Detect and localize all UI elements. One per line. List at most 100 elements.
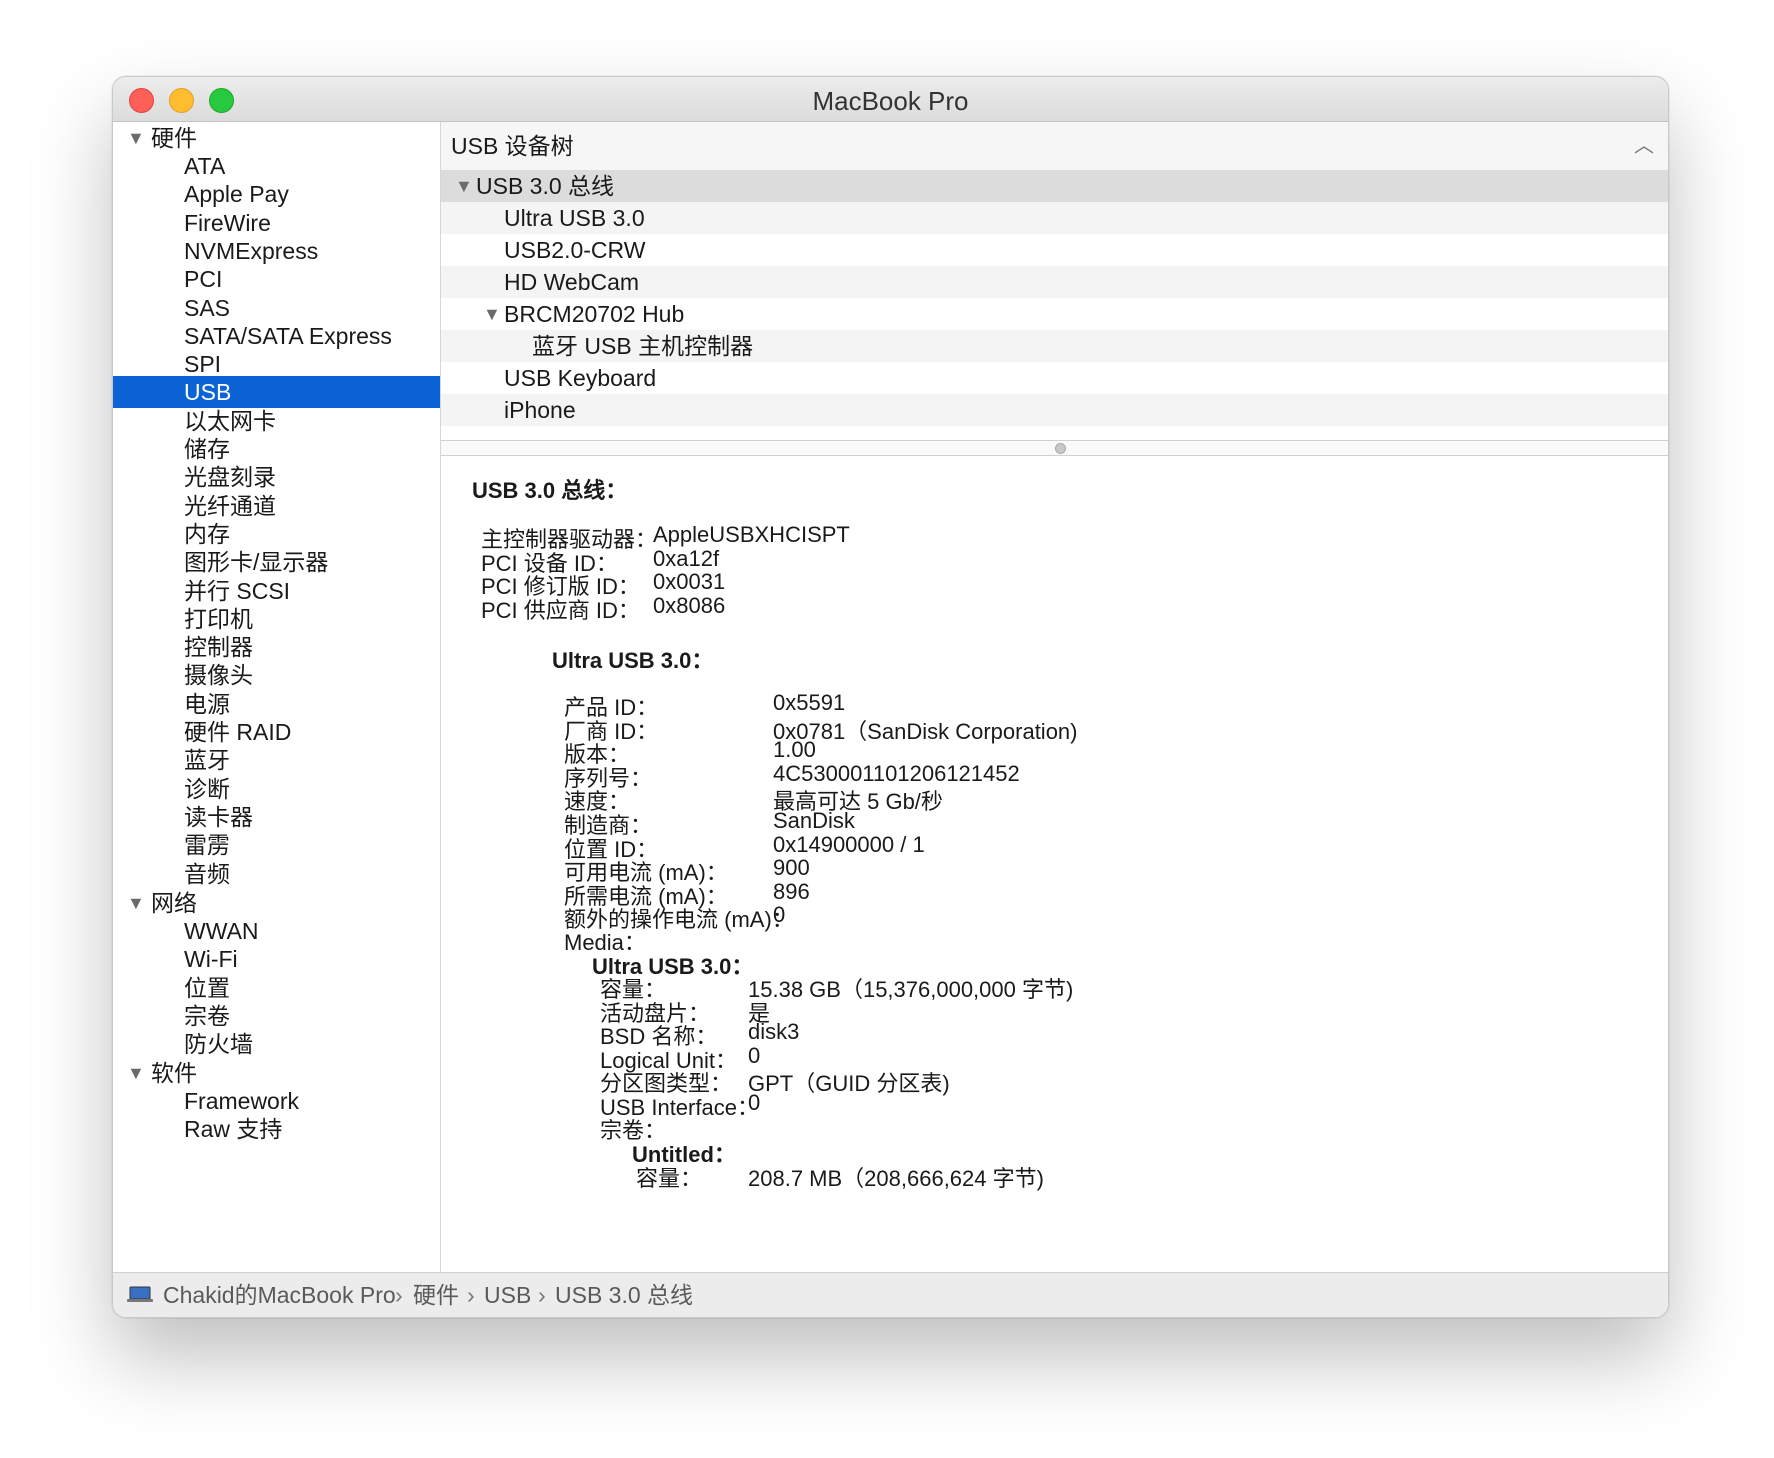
- property-key: 宗卷：: [600, 1118, 667, 1143]
- property-value: AppleUSBXHCISPT: [653, 522, 850, 547]
- property-key: PCI 供应商 ID：: [481, 597, 640, 623]
- tree-row[interactable]: USB Keyboard: [441, 362, 1668, 394]
- sidebar-item[interactable]: 以太网卡: [113, 405, 440, 437]
- sidebar-item[interactable]: 图形卡/显示器: [113, 546, 440, 578]
- property-value: disk3: [748, 1019, 800, 1044]
- tree-row-label: USB2.0-CRW: [504, 237, 646, 263]
- sidebar-item[interactable]: Wi-Fi: [113, 943, 440, 975]
- tree-row[interactable]: 蓝牙 USB 主机控制器: [441, 330, 1668, 362]
- sidebar-item-label: Raw 支持: [184, 1116, 283, 1143]
- sidebar-item-label: Apple Pay: [184, 181, 289, 208]
- sidebar-item[interactable]: 诊断: [113, 773, 440, 805]
- sidebar-item[interactable]: Framework: [113, 1085, 440, 1117]
- sidebar-item-label: 摄像头: [184, 662, 253, 689]
- breadcrumb-usb-bus[interactable]: USB 3.0 总线: [555, 1273, 693, 1317]
- property-value: 896: [773, 878, 810, 904]
- titlebar: MacBook Pro: [113, 77, 1668, 122]
- sidebar-item[interactable]: 光盘刻录: [113, 461, 440, 493]
- property-value: 0: [748, 1089, 761, 1115]
- sidebar-item-label: 硬件 RAID: [184, 719, 292, 745]
- sidebar-item-label: Wi-Fi: [184, 946, 238, 973]
- bus-title: USB 3.0 总线：: [472, 478, 628, 503]
- sidebar-item[interactable]: SAS: [113, 292, 440, 324]
- tree-row-label: 蓝牙 USB 主机控制器: [532, 333, 754, 359]
- sidebar-item-label: 防火墙: [184, 1031, 253, 1058]
- breadcrumb-separator: ›: [395, 1282, 403, 1308]
- property-value: 0x0781（SanDisk Corporation): [773, 718, 1078, 744]
- property-value: 900: [773, 855, 810, 881]
- sidebar-item[interactable]: 硬件 RAID: [113, 716, 440, 748]
- sidebar-item[interactable]: 并行 SCSI: [113, 575, 440, 607]
- sidebar-item[interactable]: 电源: [113, 688, 440, 720]
- chevron-up-icon[interactable]: ︿: [1634, 122, 1654, 170]
- breadcrumb-separator: ›: [467, 1282, 475, 1308]
- sidebar-item[interactable]: 打印机: [113, 603, 440, 635]
- sidebar-item-label: SAS: [184, 294, 231, 321]
- path-bar: Chakid的MacBook Pro › 硬件 › USB › USB 3.0 …: [113, 1272, 1668, 1317]
- tree-row-hub[interactable]: ▼ BRCM20702 Hub: [441, 298, 1668, 330]
- content-pane: USB 设备树 ︿ ▼ USB 3.0 总线 Ultra USB 3.0 USB…: [441, 122, 1668, 1272]
- sidebar: ▼ 硬件 ATA Apple Pay FireWire NVMExpress PCI SA…: [113, 122, 441, 1272]
- sidebar-item[interactable]: ATA: [113, 150, 440, 182]
- property-value: 0x14900000 / 1: [773, 831, 925, 857]
- property-value: SanDisk: [773, 808, 855, 833]
- sidebar-item[interactable]: 储存: [113, 433, 440, 465]
- divider-handle-icon[interactable]: [1054, 443, 1066, 454]
- split-divider[interactable]: [441, 440, 1668, 456]
- sidebar-item[interactable]: 宗卷: [113, 1000, 440, 1032]
- tree-row[interactable]: Ultra USB 3.0: [441, 202, 1668, 234]
- sidebar-item-label: 位置: [184, 974, 230, 1001]
- sidebar-item[interactable]: 摄像头: [113, 659, 440, 691]
- sidebar-item[interactable]: SPI: [113, 348, 440, 380]
- sidebar-item[interactable]: SATA/SATA Express: [113, 320, 440, 352]
- tree-row[interactable]: USB2.0-CRW: [441, 234, 1668, 266]
- sidebar-item-label: 控制器: [184, 634, 253, 661]
- sidebar-item-label: 打印机: [184, 605, 253, 632]
- property-value: 1.00: [773, 737, 816, 763]
- sidebar-item[interactable]: 音频: [113, 858, 440, 890]
- breadcrumb-usb[interactable]: USB: [484, 1273, 531, 1317]
- sidebar-item[interactable]: PCI: [113, 263, 440, 295]
- disclosure-triangle-icon[interactable]: ▼: [455, 170, 473, 202]
- tree-row[interactable]: HD WebCam: [441, 266, 1668, 298]
- sidebar-item[interactable]: 光纤通道: [113, 490, 440, 522]
- sidebar-item[interactable]: 内存: [113, 518, 440, 550]
- sidebar-item-label: 储存: [184, 436, 230, 462]
- sidebar-item-label: 电源: [184, 690, 230, 717]
- sidebar-item[interactable]: Raw 支持: [113, 1113, 440, 1145]
- sidebar-item[interactable]: FireWire: [113, 207, 440, 239]
- breadcrumb-hardware[interactable]: 硬件: [413, 1273, 459, 1317]
- device-title: Ultra USB 3.0：: [552, 648, 714, 673]
- sidebar-item[interactable]: 雷雳: [113, 829, 440, 861]
- sidebar-item-label: PCI: [184, 266, 223, 293]
- window-title: MacBook Pro: [812, 86, 969, 116]
- tree-row-label: USB 3.0 总线: [476, 173, 615, 199]
- tree-header[interactable]: USB 设备树 ︿: [441, 122, 1668, 171]
- sidebar-item-label: USB: [184, 379, 232, 406]
- property-key: 额外的操作电流 (mA)：: [564, 907, 794, 933]
- sidebar-item-label: 读卡器: [184, 803, 253, 830]
- tree-row[interactable]: iPhone: [441, 394, 1668, 426]
- sidebar-item-label: ATA: [184, 153, 226, 179]
- tree-row-usb-bus[interactable]: ▼ USB 3.0 总线: [441, 170, 1668, 202]
- sidebar-item-label: NVMExpress: [184, 237, 319, 264]
- breadcrumb-computer[interactable]: Chakid的MacBook Pro: [163, 1273, 396, 1317]
- disclosure-triangle-icon[interactable]: ▼: [483, 298, 501, 330]
- sidebar-item[interactable]: WWAN: [113, 915, 440, 947]
- tree-row-label: HD WebCam: [504, 269, 640, 295]
- property-key: 容量：: [636, 1166, 703, 1191]
- sidebar-item[interactable]: 蓝牙: [113, 744, 440, 776]
- sidebar-item-label: 内存: [184, 520, 230, 547]
- property-value: 0: [773, 902, 786, 928]
- sidebar-item[interactable]: 读卡器: [113, 801, 440, 833]
- property-value: 0x5591: [773, 690, 846, 715]
- sidebar-item-label: 音频: [184, 860, 230, 887]
- property-value: 0: [748, 1042, 761, 1068]
- laptop-icon: [127, 1286, 153, 1302]
- sidebar-item[interactable]: 防火墙: [113, 1028, 440, 1060]
- sidebar-item[interactable]: Apple Pay: [113, 178, 440, 210]
- sidebar-item[interactable]: 控制器: [113, 631, 440, 663]
- sidebar-item[interactable]: USB: [113, 376, 440, 409]
- sidebar-item[interactable]: NVMExpress: [113, 235, 440, 267]
- sidebar-item[interactable]: 位置: [113, 972, 440, 1004]
